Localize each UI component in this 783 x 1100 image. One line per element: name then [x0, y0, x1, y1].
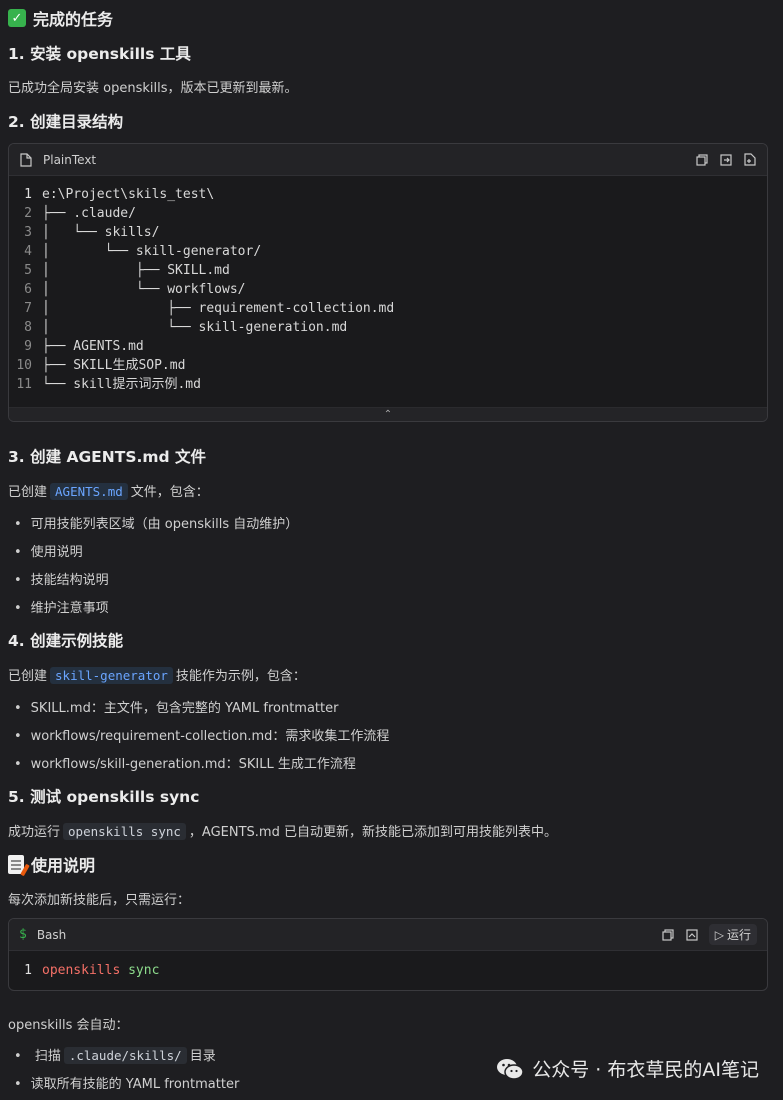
line-number: 9	[24, 339, 32, 354]
section-2-title: 2. 创建目录结构	[8, 113, 124, 131]
code-text: │ └── workflows/	[42, 282, 246, 297]
section-4-prefix: 已创建	[8, 669, 48, 684]
section-3-text: 已创建 AGENTS.md 文件，包含：	[8, 481, 209, 500]
watermark-text: 公众号 · 布衣草民的AI笔记	[532, 1059, 759, 1081]
agents-md-code: AGENTS.md	[50, 483, 128, 500]
section-4-title: 4. 创建示例技能	[8, 632, 124, 650]
command-name: openskills	[42, 963, 121, 978]
line-number: 11	[16, 377, 32, 392]
new-file-icon[interactable]	[743, 153, 757, 167]
bullet-suffix: 目录	[189, 1049, 216, 1064]
line-number: 6	[24, 282, 32, 297]
code-language-label: Bash	[36, 927, 67, 942]
bullet-prefix: 扫描	[34, 1049, 61, 1064]
code-line: 1 e:\Project\skils_test\	[9, 185, 767, 204]
code-text: └── skill提示词示例.md	[42, 377, 201, 392]
line-number: 10	[16, 358, 32, 373]
insert-icon[interactable]	[685, 928, 699, 942]
list-item: 读取所有技能的 YAML frontmatter	[14, 1073, 240, 1092]
code-line: 7 │ ├── requirement-collection.md	[9, 299, 767, 318]
run-label: 运行	[726, 928, 751, 942]
section-5-text: 成功运行 openskills sync ，AGENTS.md 已自动更新，新技能已…	[8, 821, 557, 840]
code-line: 8 │ └── skill-generation.md	[9, 318, 767, 337]
line-number: 1	[24, 963, 32, 978]
code-text: │ └── skills/	[42, 225, 160, 240]
line-number: 1	[24, 187, 32, 202]
line-number: 3	[24, 225, 32, 240]
code-block-body: 1 e:\Project\skils_test\ 2 ├── .claude/3 │ └…	[9, 176, 767, 400]
code-text: ├── AGENTS.md	[42, 339, 144, 354]
list-item: 维护注意事项	[14, 597, 109, 616]
code-line: 3 │ └── skills/	[9, 223, 767, 242]
code-line: 9 ├── AGENTS.md	[9, 337, 767, 356]
section-3-suffix: 文件，包含：	[130, 485, 209, 500]
section-4-text: 已创建 skill-generator 技能作为示例，包含：	[8, 665, 306, 684]
completed-tasks-title: 完成的任务	[33, 10, 114, 29]
directory-tree-code-block: PlainText 1 e:\Project\skils_test\ 2 ├── .c…	[8, 143, 768, 422]
code-text: │ ├── requirement-collection.md	[42, 301, 395, 316]
list-item: 扫描.claude/skills/目录	[14, 1045, 216, 1064]
command-arg: sync	[128, 963, 160, 978]
line-number: 4	[24, 244, 32, 259]
code-block-body: 1 openskills sync	[9, 951, 767, 986]
code-line: 1 openskills sync	[9, 961, 767, 980]
list-item: 使用说明	[14, 541, 83, 560]
section-4-suffix: 技能作为示例，包含：	[175, 669, 306, 684]
skills-dir-code: .claude/skills/	[63, 1047, 187, 1064]
copy-icon[interactable]	[695, 153, 709, 167]
code-line: 6 │ └── workflows/	[9, 280, 767, 299]
watermark: 公众号 · 布衣草民的AI笔记	[496, 1055, 759, 1082]
code-text: e:\Project\skils_test\	[42, 187, 215, 202]
insert-icon[interactable]	[719, 153, 733, 167]
section-5-title: 5. 测试 openskills sync	[8, 788, 200, 806]
list-item: workflows/skill-generation.md：SKILL 生成工作…	[14, 753, 356, 772]
file-icon	[19, 152, 33, 167]
code-text: ├── SKILL生成SOP.md	[42, 358, 186, 373]
line-number: 8	[24, 320, 32, 335]
line-number: 5	[24, 263, 32, 278]
copy-icon[interactable]	[661, 928, 675, 942]
code-line: 5 │ ├── SKILL.md	[9, 261, 767, 280]
code-line: 4 │ └── skill-generator/	[9, 242, 767, 261]
section-1-title: 1. 安装 openskills 工具	[8, 45, 191, 63]
code-block-header: $ Bash ▷ 运行	[9, 919, 767, 951]
collapse-button[interactable]: ⌃	[9, 407, 767, 421]
list-item: workflows/requirement-collection.md：需求收集…	[14, 725, 390, 744]
section-5-suffix: ，AGENTS.md 已自动更新，新技能已添加到可用技能列表中。	[188, 825, 557, 840]
code-text: │ └── skill-generator/	[42, 244, 262, 259]
section-5-prefix: 成功运行	[8, 825, 61, 840]
code-language-label: PlainText	[43, 152, 97, 167]
line-number: 2	[24, 206, 32, 221]
usage-heading: 使用说明	[8, 852, 95, 876]
usage-title: 使用说明	[31, 856, 96, 875]
auto-text: openskills 会自动：	[8, 1018, 129, 1033]
section-3-prefix: 已创建	[8, 485, 48, 500]
page: ✓ 完成的任务 1. 安装 openskills 工具 已成功全局安装 open…	[0, 0, 783, 1100]
code-block-header: PlainText	[9, 144, 767, 176]
code-text: ├── .claude/	[42, 206, 136, 221]
section-1-text: 已成功全局安装 openskills，版本已更新到最新。	[8, 81, 298, 96]
list-item: 技能结构说明	[14, 569, 109, 588]
dollar-icon: $	[19, 927, 27, 942]
list-item: SKILL.md：主文件，包含完整的 YAML frontmatter	[14, 697, 339, 716]
bash-code-block: $ Bash ▷ 运行 1 openskills sync	[8, 918, 768, 991]
check-mark-icon: ✓	[8, 9, 26, 27]
section-3-title: 3. 创建 AGENTS.md 文件	[8, 448, 207, 466]
code-line: 11 └── skill提示词示例.md	[9, 375, 767, 394]
play-icon: ▷	[714, 927, 724, 942]
wechat-icon	[496, 1057, 525, 1081]
run-button[interactable]: ▷ 运行	[708, 924, 757, 945]
skill-generator-code: skill-generator	[50, 667, 173, 684]
code-text: │ └── skill-generation.md	[42, 320, 348, 335]
code-line: 10 ├── SKILL生成SOP.md	[9, 356, 767, 375]
completed-tasks-heading: ✓ 完成的任务	[8, 6, 113, 30]
code-text: │ ├── SKILL.md	[42, 263, 230, 278]
memo-icon	[8, 854, 24, 874]
list-item: 可用技能列表区域（由 openskills 自动维护）	[14, 513, 299, 532]
openskills-sync-code: openskills sync	[63, 823, 186, 840]
chevron-up-icon: ⌃	[383, 409, 393, 420]
usage-intro: 每次添加新技能后，只需运行：	[8, 893, 191, 908]
line-number: 7	[24, 301, 32, 316]
code-line: 2 ├── .claude/	[9, 204, 767, 223]
